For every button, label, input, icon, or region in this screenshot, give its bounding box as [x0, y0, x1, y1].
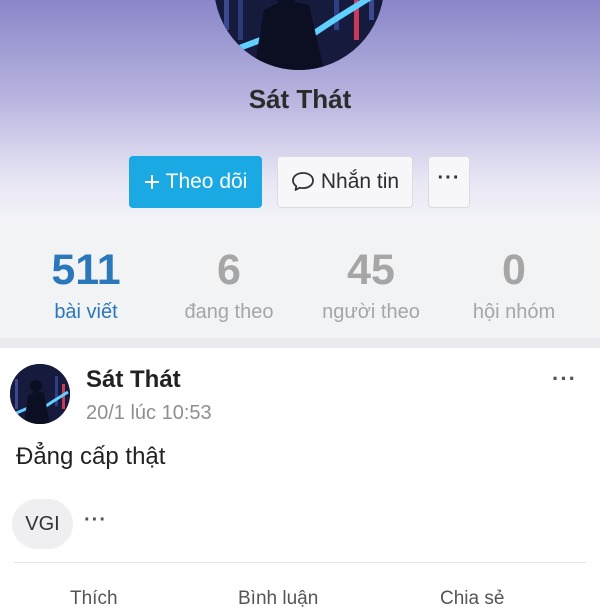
stat-followers[interactable]: 45 người theo — [291, 245, 451, 324]
stat-posts[interactable]: 511 bài viết — [6, 245, 166, 324]
tag-more-button[interactable]: ··· — [84, 509, 107, 532]
profile-avatar[interactable] — [214, 0, 384, 70]
stat-label: người theo — [322, 301, 420, 323]
section-divider — [0, 338, 600, 348]
share-action[interactable]: Chia sẻ — [440, 588, 504, 610]
stat-groups[interactable]: 0 hội nhóm — [434, 245, 594, 324]
stat-label: hội nhóm — [472, 301, 556, 323]
stat-label: đang theo — [184, 301, 274, 323]
avatar-chart-image — [214, 0, 384, 70]
stat-following[interactable]: 6 đang theo — [149, 245, 309, 324]
stat-value: 511 — [51, 246, 121, 294]
follow-button-label: Theo dõi — [165, 170, 248, 193]
follow-button[interactable]: Theo dõi — [129, 156, 262, 208]
post-content: Đẳng cấp thật — [16, 443, 166, 470]
post-author-avatar[interactable] — [10, 364, 70, 424]
avatar-chart-image — [10, 364, 70, 424]
stock-tag[interactable]: VGI — [12, 499, 73, 549]
post-timestamp: 20/1 lúc 10:53 — [86, 402, 212, 424]
message-button-label: Nhắn tin — [320, 170, 400, 193]
profile-name: Sát Thát — [248, 84, 352, 114]
more-options-button[interactable]: ··· — [428, 156, 470, 208]
post-author-name[interactable]: Sát Thát — [86, 366, 181, 394]
stat-value: 6 — [217, 246, 241, 294]
plus-icon — [144, 174, 160, 190]
stat-value: 45 — [347, 246, 395, 294]
message-button[interactable]: Nhắn tin — [277, 156, 413, 208]
profile-stats: 511 bài viết 6 đang theo 45 người theo 0… — [0, 225, 600, 338]
post-divider — [14, 562, 586, 563]
post-menu-button[interactable]: ··· — [552, 366, 577, 392]
stat-value: 0 — [502, 246, 526, 294]
chat-bubble-icon — [291, 171, 315, 193]
stat-label: bài viết — [54, 301, 118, 323]
comment-action[interactable]: Bình luận — [238, 588, 318, 610]
post-card: Sát Thát 20/1 lúc 10:53 ··· Đẳng cấp thậ… — [0, 348, 600, 609]
profile-header: Sát Thát Theo dõi Nhắn tin ··· — [0, 0, 600, 225]
like-action[interactable]: Thích — [70, 588, 118, 610]
